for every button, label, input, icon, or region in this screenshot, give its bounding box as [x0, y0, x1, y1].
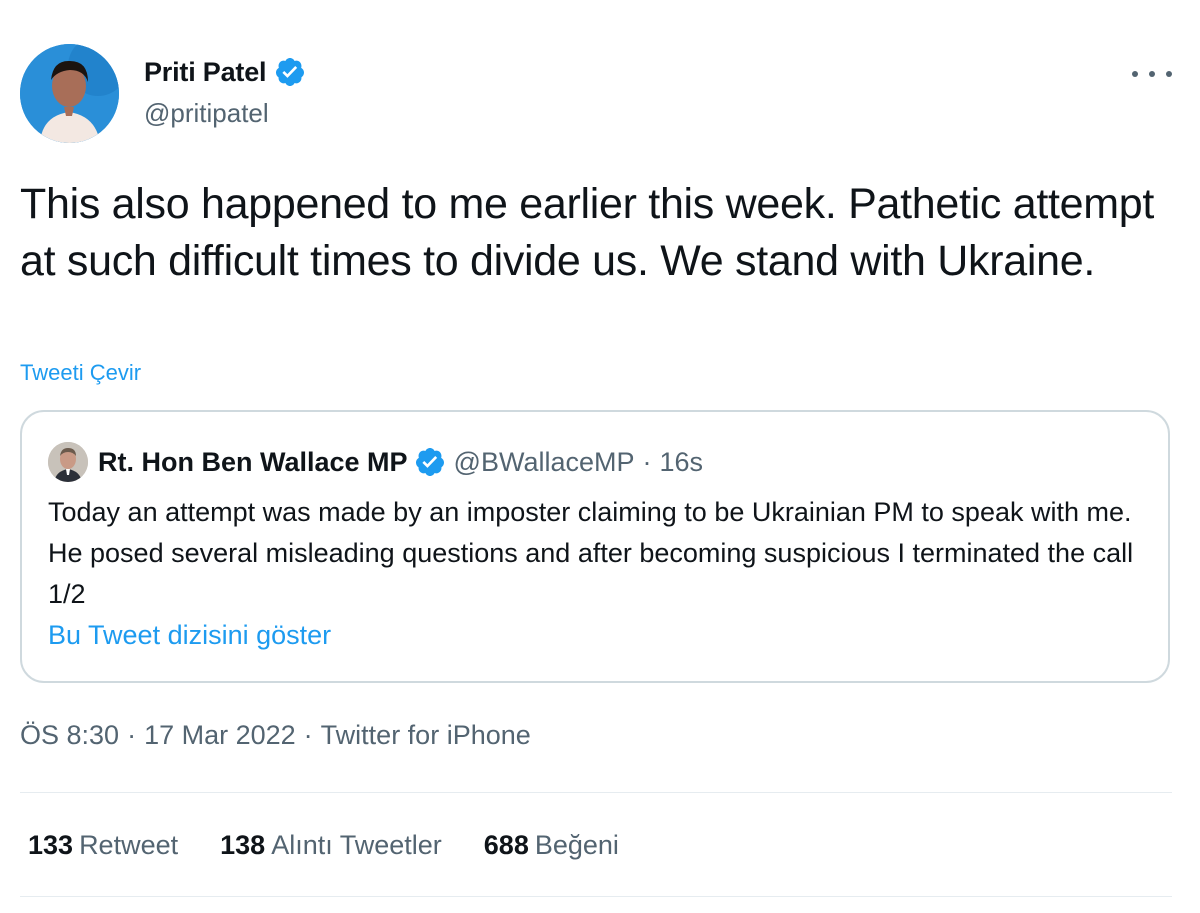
author-avatar[interactable] — [20, 44, 119, 143]
show-thread-link[interactable]: Bu Tweet dizisini göster — [48, 620, 331, 651]
tweet-time[interactable]: ÖS 8:30 — [20, 720, 119, 751]
tweet-date[interactable]: 17 Mar 2022 — [144, 720, 296, 751]
quoted-tweet-header: Rt. Hon Ben Wallace MP @BWallaceMP · 16s — [48, 442, 703, 482]
translate-tweet-link[interactable]: Tweeti Çevir — [20, 360, 141, 386]
verified-badge-icon — [414, 446, 446, 478]
divider — [20, 792, 1172, 793]
tweet-meta: ÖS 8:30 · 17 Mar 2022 · Twitter for iPho… — [20, 720, 531, 751]
quoted-tweet-text: Today an attempt was made by an imposter… — [48, 497, 1134, 609]
meta-separator: · — [127, 720, 137, 750]
more-options-button[interactable] — [1132, 62, 1172, 86]
more-horizontal-icon — [1132, 71, 1138, 77]
stat-likes[interactable]: 688 Beğeni — [484, 830, 619, 861]
stat-label: Alıntı Tweetler — [271, 830, 442, 860]
divider — [20, 896, 1172, 897]
quoted-separator: · — [642, 446, 652, 477]
author-info: Priti Patel @pritipatel — [144, 54, 306, 129]
stat-count: 133 — [28, 830, 74, 860]
tweet-text: This also happened to me earlier this we… — [20, 180, 1155, 285]
verified-badge-icon — [274, 56, 306, 88]
author-name-row: Priti Patel — [144, 54, 306, 90]
stat-label: Retweet — [79, 830, 179, 860]
tweet-header: Priti Patel @pritipatel — [20, 44, 1180, 144]
stat-retweets[interactable]: 133 Retweet — [28, 830, 178, 861]
tweet-source[interactable]: Twitter for iPhone — [321, 720, 531, 751]
meta-separator: · — [303, 720, 313, 750]
quoted-timestamp: 16s — [659, 446, 704, 477]
author-handle[interactable]: @pritipatel — [144, 98, 306, 129]
more-horizontal-icon-dot — [1166, 71, 1172, 77]
author-name[interactable]: Priti Patel — [144, 57, 267, 88]
stat-quote-tweets[interactable]: 138 Alıntı Tweetler — [220, 830, 442, 861]
quoted-tweet-card[interactable]: Rt. Hon Ben Wallace MP @BWallaceMP · 16s… — [20, 410, 1170, 683]
stat-count: 138 — [220, 830, 266, 860]
quoted-author-avatar — [48, 442, 88, 482]
more-horizontal-icon-dot — [1149, 71, 1155, 77]
quoted-author-handle: @BWallaceMP — [453, 446, 635, 477]
stat-count: 688 — [483, 830, 529, 860]
stat-label: Beğeni — [534, 830, 619, 860]
quoted-author-name: Rt. Hon Ben Wallace MP — [98, 446, 408, 477]
tweet-stats: 133 Retweet 138 Alıntı Tweetler 688 Beğe… — [28, 830, 661, 861]
